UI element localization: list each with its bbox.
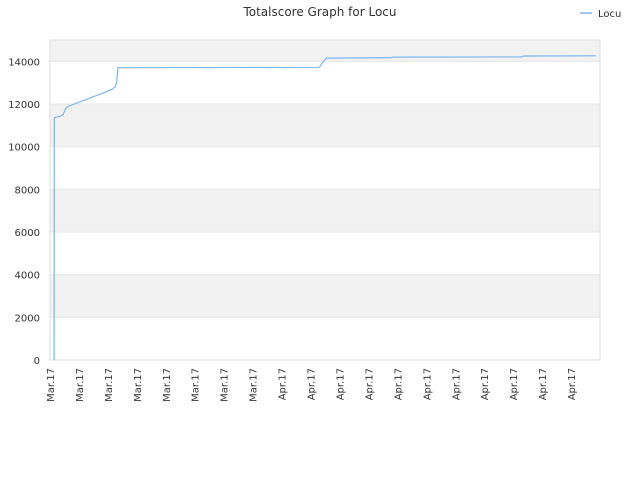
y-tick-label: 0 (34, 356, 40, 367)
chart-title: Totalscore Graph for Locu (242, 5, 396, 19)
x-tick-label: Mar.17 (75, 368, 86, 402)
x-tick-label: Mar.17 (162, 368, 173, 402)
plot-band (50, 104, 600, 147)
x-tick-label: Mar.17 (104, 368, 115, 402)
y-tick-label: 2000 (15, 313, 40, 324)
x-tick-label: Mar.17 (191, 368, 202, 402)
x-tick-label: Apr.17 (278, 368, 289, 400)
x-tick-label: Mar.17 (133, 368, 144, 402)
plot-band (50, 40, 600, 62)
plot-band (50, 274, 600, 318)
y-tick-label: 6000 (15, 228, 40, 239)
y-tick-label: 4000 (15, 271, 40, 282)
x-tick-label: Mar.17 (46, 368, 57, 402)
y-tick-label: 12000 (8, 100, 40, 111)
x-tick-label: Apr.17 (393, 368, 404, 400)
chart: 02000400060008000100001200014000 Mar.17 M… (8, 5, 621, 402)
plot-bands (50, 40, 600, 318)
x-tick-label: Apr.17 (480, 368, 491, 400)
x-tick-label: Apr.17 (335, 368, 346, 400)
y-axis: 0 2000 4000 6000 8000 10000 12000 14000 (8, 57, 40, 367)
y-tick-label: 10000 (8, 143, 40, 154)
legend-label-locu: Locu (598, 9, 621, 20)
legend[interactable]: Locu (580, 9, 621, 20)
x-tick-label: Apr.17 (364, 368, 375, 400)
y-tick-label: 8000 (15, 185, 40, 196)
x-tick-label: Mar.17 (220, 368, 231, 402)
x-tick-label: Apr.17 (567, 368, 578, 400)
x-tick-label: Apr.17 (509, 368, 520, 400)
x-tick-label: Apr.17 (538, 368, 549, 400)
x-tick-label: Apr.17 (422, 368, 433, 400)
x-tick-label: Mar.17 (249, 368, 260, 402)
plot-band (50, 189, 600, 232)
x-tick-label: Apr.17 (451, 368, 462, 400)
y-tick-label: 14000 (8, 57, 40, 68)
x-tick-label: Apr.17 (307, 368, 318, 400)
x-axis: Mar.17 Mar.17 Mar.17 Mar.17 Mar.17 Mar.17 Mar.… (46, 368, 578, 402)
